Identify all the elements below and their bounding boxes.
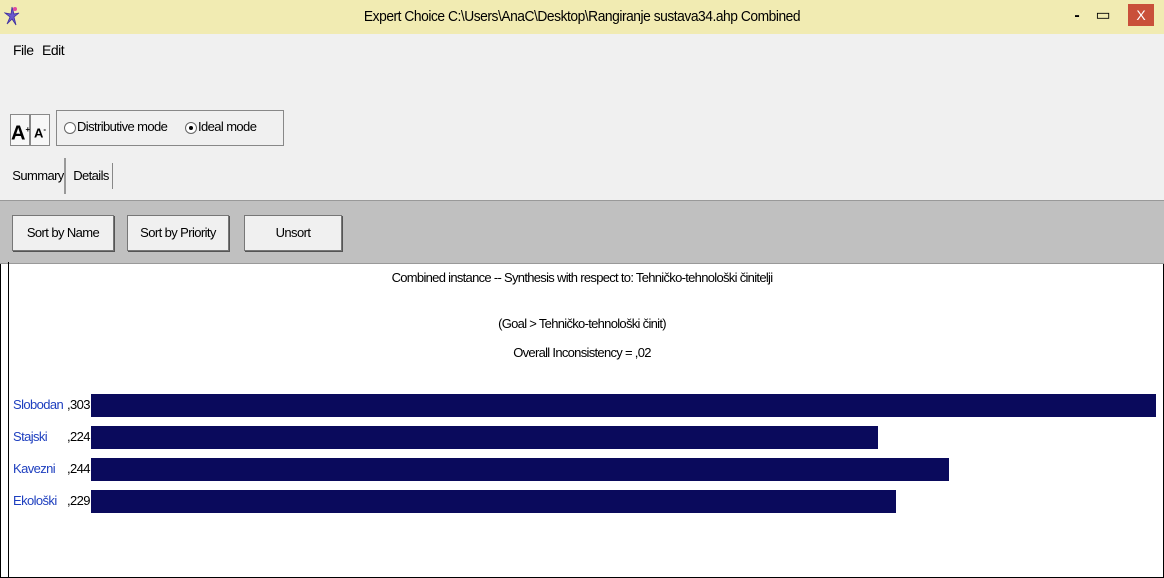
alternative-name[interactable]: Ekološki: [13, 493, 57, 508]
decrease-font-icon: A: [33, 125, 44, 141]
minimize-button[interactable]: -: [1068, 6, 1086, 26]
sort-by-priority-button[interactable]: Sort by Priority: [127, 215, 229, 251]
alternative-name[interactable]: Slobodan: [13, 397, 64, 412]
priority-value-label: ,229: [67, 493, 91, 508]
mode-selector: Distributive mode Ideal mode: [56, 110, 284, 146]
tab-details[interactable]: Details: [70, 163, 113, 189]
priority-value-label: ,303: [67, 397, 91, 412]
app-logo-icon: [4, 6, 20, 26]
increase-font-icon: A: [11, 122, 26, 145]
title-bar[interactable]: Expert Choice C:\Users\AnaC\Desktop\Rang…: [0, 0, 1164, 34]
menu-file[interactable]: File: [13, 42, 34, 58]
priority-value-label: ,244: [67, 461, 91, 476]
priority-bar: [91, 490, 896, 513]
tab-summary[interactable]: Summary: [12, 163, 64, 189]
priority-bar: [91, 458, 949, 481]
decrease-font-button[interactable]: A-: [30, 114, 50, 146]
increase-font-button[interactable]: A+: [10, 114, 30, 146]
ideal-mode-label[interactable]: Ideal mode: [198, 119, 257, 134]
priority-value-label: ,224: [67, 429, 91, 444]
overall-inconsistency: Overall Inconsistency = ,02: [513, 345, 651, 360]
alternative-name[interactable]: Kavezni: [13, 461, 56, 476]
sort-by-name-button[interactable]: Sort by Name: [12, 215, 114, 251]
tab-divider: [64, 158, 66, 194]
synthesis-goal-path: (Goal > Tehničko-tehnološki činit): [498, 316, 667, 331]
close-button[interactable]: X: [1128, 4, 1154, 26]
menu-edit[interactable]: Edit: [42, 42, 65, 58]
menu-bar: File Edit: [0, 34, 1164, 96]
distributive-mode-radio[interactable]: [64, 122, 76, 134]
restore-button[interactable]: ▭: [1094, 6, 1112, 26]
synthesis-title: Combined instance -- Synthesis with resp…: [391, 270, 774, 285]
alternative-name[interactable]: Stajski: [13, 429, 48, 444]
unsort-button[interactable]: Unsort: [244, 215, 342, 251]
content-left-border: [8, 262, 9, 578]
distributive-mode-label[interactable]: Distributive mode: [77, 119, 168, 134]
priority-bar: [91, 426, 878, 449]
priority-bar: [91, 394, 1156, 417]
ideal-mode-radio[interactable]: [185, 122, 197, 134]
window-title: Expert Choice C:\Users\AnaC\Desktop\Rang…: [363, 8, 801, 25]
